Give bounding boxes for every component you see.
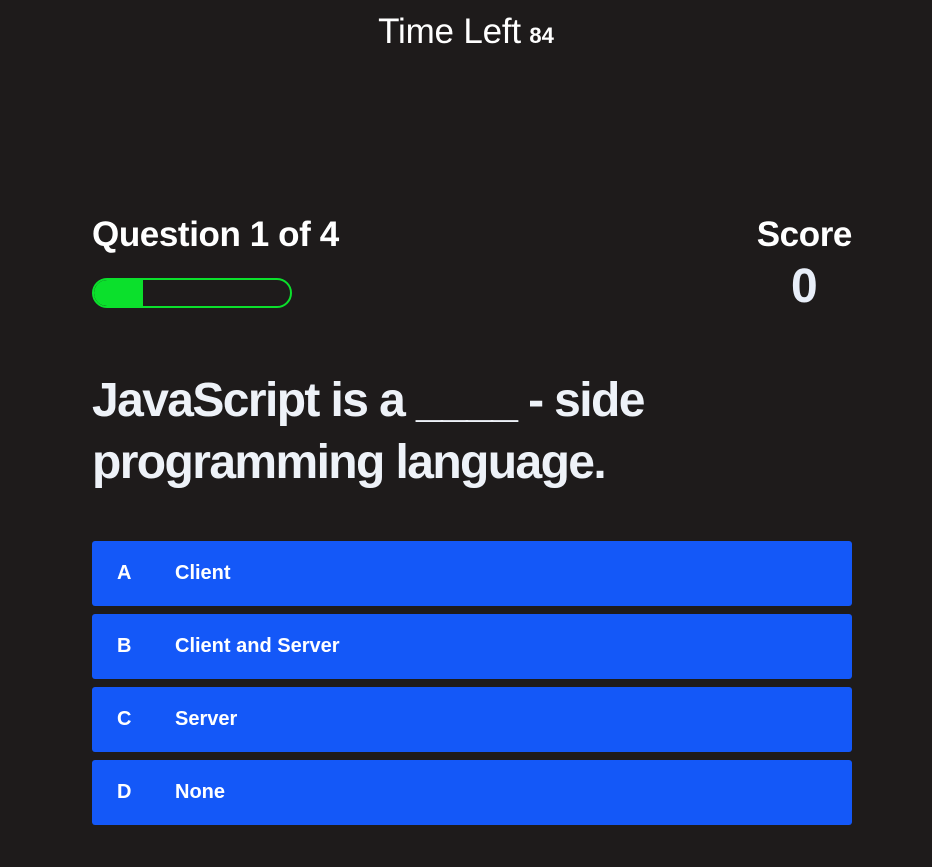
choice-container-a[interactable]: A Client <box>92 541 852 606</box>
choice-prefix: B <box>117 635 132 657</box>
score-label: Score <box>756 215 853 254</box>
question-counter: Question 1 of 4 <box>92 215 339 254</box>
choice-container-d[interactable]: D None <box>92 760 852 825</box>
choice-prefix: D <box>117 781 132 803</box>
choice-prefix: C <box>117 708 132 730</box>
progress-bar <box>92 278 292 308</box>
choice-text: Client and Server <box>175 635 340 657</box>
choice-list: A Client B Client and Server C Server D … <box>92 541 852 833</box>
choice-text: Client <box>175 562 231 584</box>
timer-value: 84 <box>529 23 554 48</box>
timer: Time Left 84 <box>0 12 932 52</box>
choice-container-b[interactable]: B Client and Server <box>92 614 852 679</box>
choice-text: None <box>175 781 225 803</box>
choice-container-c[interactable]: C Server <box>92 687 852 752</box>
timer-label: Time Left <box>378 12 521 51</box>
choice-prefix: A <box>117 562 132 584</box>
score-block: Score 0 <box>756 215 853 314</box>
hud: Question 1 of 4 Score 0 <box>92 215 852 315</box>
score-value: 0 <box>791 260 818 313</box>
choice-text: Server <box>175 708 238 730</box>
progress-bar-fill <box>94 280 143 306</box>
question-text: JavaScript is a ____ - side programming … <box>92 374 645 489</box>
